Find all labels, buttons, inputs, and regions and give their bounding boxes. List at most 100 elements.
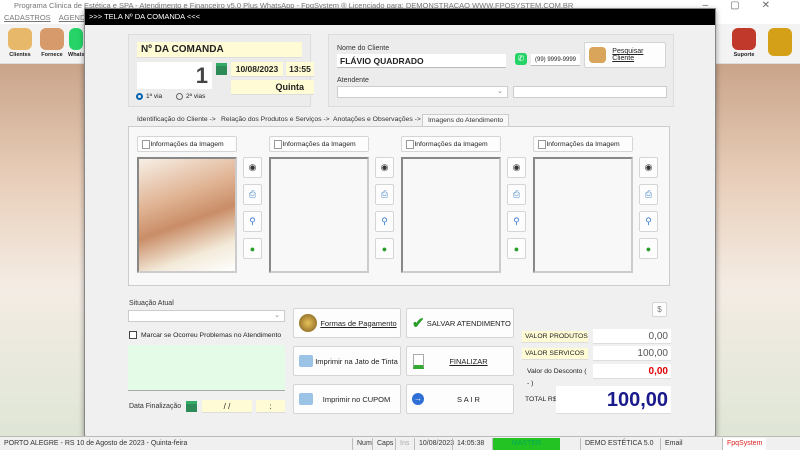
payment-label: Formas de Pagamento [320,318,397,328]
image-info-button[interactable]: Informações da Imagem [137,136,237,152]
printer-button[interactable]: ⎙ [507,184,526,205]
webcam-button[interactable]: ◉ [375,157,394,178]
comanda-number[interactable]: 1 [137,62,212,89]
tab-imagens[interactable]: Imagens do Atendimento [422,114,510,126]
spa-photo [139,159,235,271]
image-slot: Informações da Imagem ◉ ⎙ ⚲ ● [533,136,658,276]
tab-anotacoes[interactable]: Anotações e Observações -> [330,114,424,126]
print-coupon-button[interactable]: Imprimir no CUPOM [293,384,401,414]
toolbar-clientes[interactable]: Clientes [4,26,36,62]
document-icon [538,139,546,149]
exit-button[interactable]: → S A I R [406,384,514,414]
document-check-icon [413,353,424,369]
problem-checkbox[interactable]: Marcar se Ocorreu Problemas no Atendimen… [129,331,281,339]
products-value: 0,00 [593,329,671,344]
image-info-button[interactable]: Informações da Imagem [401,136,501,152]
client-name-input[interactable]: FLÁVIO QUADRADO [337,54,506,68]
window-controls[interactable]: –▢✕ [703,0,792,11]
webcam-icon: ◉ [644,162,653,172]
calendar-icon[interactable] [186,401,197,412]
status-ins: Ins [395,438,413,450]
save-button[interactable]: ✔ SALVAR ATENDIMENTO [406,308,514,338]
search-client-button[interactable]: Pesquisar Cliente [584,42,666,68]
support-icon [732,28,756,50]
document-icon [406,139,414,149]
status-caps: Caps [372,438,397,450]
checkbox-icon [129,331,137,339]
document-icon [142,139,150,149]
tab-identificacao[interactable]: Identificação do Cliente -> [134,114,219,126]
whatsapp-icon[interactable]: ✆ [515,53,527,65]
toolbar-whats[interactable]: Whats [68,26,85,62]
add-button[interactable]: ● [375,238,394,259]
notes-textarea[interactable] [128,345,285,391]
finish-date-input[interactable]: / / [202,400,252,413]
toolbar-fornece[interactable]: Fornece [36,26,68,62]
zoom-icon: ⚲ [645,216,652,226]
attendant-label: Atendente [337,77,369,84]
add-button[interactable]: ● [243,238,262,259]
add-icon: ● [249,243,256,254]
webcam-icon: ◉ [380,162,389,172]
calendar-icon[interactable] [216,63,227,75]
services-label: VALOR SERVICOS [522,348,588,360]
image-info-button[interactable]: Informações da Imagem [533,136,633,152]
products-label: VALOR PRODUTOS [522,331,588,343]
zoom-icon: ⚲ [513,216,520,226]
webcam-button[interactable]: ◉ [243,157,262,178]
client-phone: (99) 9999-9999 [531,54,580,66]
calculator-icon[interactable]: $ [652,302,667,317]
finish-button[interactable]: FINALIZAR [406,346,514,376]
image-box[interactable] [533,157,633,273]
image-box[interactable] [401,157,501,273]
chevron-down-icon: ⌄ [497,88,503,95]
situation-select[interactable]: ⌄ [128,310,285,322]
finish-time-input[interactable]: : [256,400,285,413]
discount-label: Valor do Desconto ( - ) [527,368,587,387]
webcam-icon: ◉ [248,162,257,172]
zoom-button[interactable]: ⚲ [375,211,394,232]
zoom-icon: ⚲ [249,216,256,226]
comanda-date[interactable]: 10/08/2023 [231,62,283,77]
services-value: 100,00 [593,346,671,361]
tab-produtos-servicos[interactable]: Relação dos Produtos e Serviços -> [218,114,333,126]
via1-radio[interactable]: 1ª via [136,93,162,100]
printer-icon: ⎙ [380,189,389,199]
printer-button[interactable]: ⎙ [639,184,658,205]
via2-radio[interactable]: 2ª vias [176,93,205,100]
zoom-button[interactable]: ⚲ [639,211,658,232]
toolbar-exit[interactable] [764,26,796,62]
webcam-button[interactable]: ◉ [639,157,658,178]
image-box[interactable] [137,157,237,273]
printer-button[interactable]: ⎙ [243,184,262,205]
image-info-label: Informações da Imagem [414,140,488,148]
toolbar-label: Clientes [9,52,31,58]
zoom-button[interactable]: ⚲ [243,211,262,232]
zoom-icon: ⚲ [381,216,388,226]
payment-button[interactable]: Formas de Pagamento [293,308,401,338]
webcam-button[interactable]: ◉ [507,157,526,178]
printer-button[interactable]: ⎙ [375,184,394,205]
radio-unchecked-icon [176,93,183,100]
discount-value[interactable]: 0,00 [593,364,671,379]
toolbar-suporte[interactable]: Suporte [728,26,760,62]
printer-icon [299,355,313,367]
zoom-button[interactable]: ⚲ [507,211,526,232]
print-inkjet-button[interactable]: Imprimir na Jato de Tinta [293,346,401,376]
attendant-select[interactable]: ⌄ [337,86,508,98]
status-brand[interactable]: FpqSystem [722,438,767,450]
add-button[interactable]: ● [639,238,658,259]
status-email[interactable]: Email [660,438,687,450]
image-slot: Informações da Imagem ◉ ⎙ ⚲ ● [269,136,394,276]
comanda-time[interactable]: 13:55 [286,62,314,77]
add-button[interactable]: ● [507,238,526,259]
total-value: 100,00 [556,386,671,414]
finish-date-label: Data Finalização [129,403,182,410]
image-info-button[interactable]: Informações da Imagem [269,136,369,152]
problem-checkbox-label: Marcar se Ocorreu Problemas no Atendimen… [141,331,282,339]
status-location: PORTO ALEGRE - RS 10 de Agosto de 2023 -… [4,440,188,447]
menu-cadastros[interactable]: CADASTROS [4,13,51,22]
image-box[interactable] [269,157,369,273]
attendant-extra-input[interactable] [513,86,667,98]
status-bar: PORTO ALEGRE - RS 10 de Agosto de 2023 -… [0,436,800,450]
